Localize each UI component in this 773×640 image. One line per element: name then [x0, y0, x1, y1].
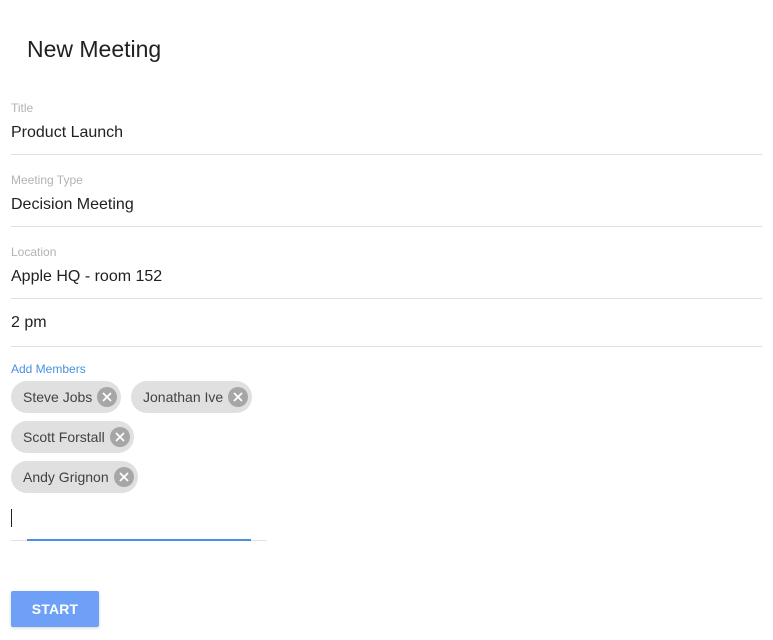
member-chip-row: Scott Forstall: [11, 421, 151, 453]
text-cursor: [11, 509, 12, 527]
title-label: Title: [11, 101, 34, 115]
location-input[interactable]: [11, 267, 751, 287]
member-chip: Andy Grignon: [11, 461, 138, 493]
add-members-label: Add Members: [11, 362, 86, 376]
member-chip-label: Scott Forstall: [23, 429, 105, 445]
member-chip-label: Andy Grignon: [23, 469, 109, 485]
close-circle-icon[interactable]: [109, 427, 130, 447]
meeting-type-field[interactable]: Meeting Type: [11, 172, 762, 227]
start-button[interactable]: START: [11, 591, 99, 627]
focus-underline: [27, 539, 251, 541]
meeting-type-input[interactable]: [11, 195, 751, 215]
member-chip-row: Andy Grignon: [11, 461, 151, 493]
title-input[interactable]: [11, 123, 751, 143]
location-field[interactable]: Location: [11, 244, 762, 299]
close-circle-icon[interactable]: [97, 387, 118, 407]
meeting-type-label: Meeting Type: [11, 173, 83, 187]
title-field[interactable]: Title: [11, 100, 762, 155]
member-chip-label: Jonathan Ive: [143, 389, 224, 405]
add-member-field[interactable]: [11, 504, 267, 541]
member-chip: Scott Forstall: [11, 421, 134, 453]
page-title: New Meeting: [27, 36, 162, 62]
member-chip-label: Steve Jobs: [23, 389, 93, 405]
close-circle-icon[interactable]: [113, 467, 134, 487]
location-label: Location: [11, 245, 57, 259]
member-chip-row: Steve Jobs Jonathan Ive: [11, 381, 271, 413]
time-field[interactable]: [11, 300, 762, 347]
add-member-input[interactable]: [11, 506, 261, 530]
member-chip: Steve Jobs: [11, 381, 122, 413]
member-chip: Jonathan Ive: [131, 381, 253, 413]
time-input[interactable]: [11, 313, 751, 333]
close-circle-icon[interactable]: [228, 387, 249, 407]
